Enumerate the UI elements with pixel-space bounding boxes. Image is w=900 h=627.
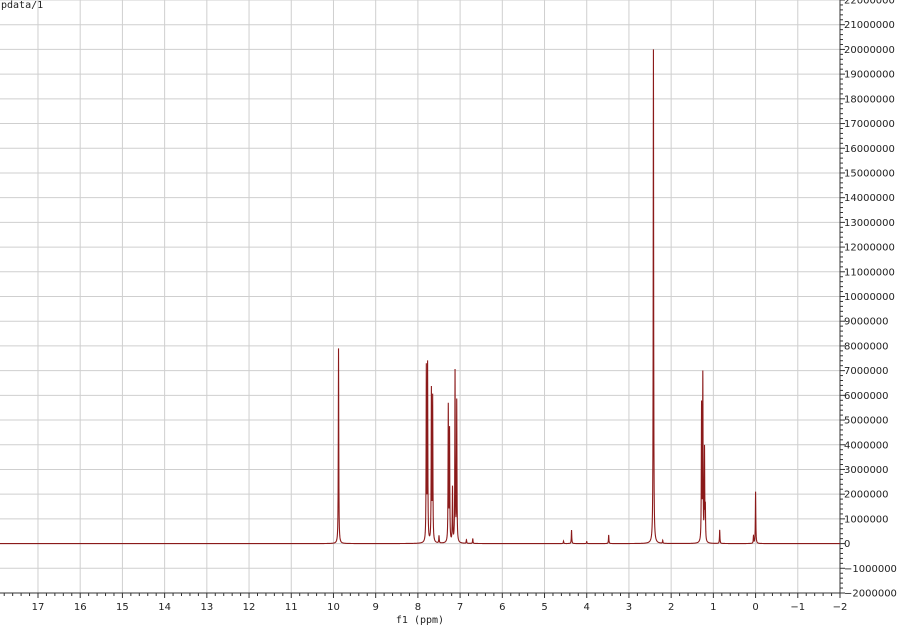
y-tick-label: 20000000 — [844, 45, 895, 56]
x-axis-ticks: 17 16 15 14 13 12 11 10 9 8 7 6 5 4 3 2 1 0 −1 −2 — [3, 593, 848, 613]
x-tick-label: 8 — [415, 602, 421, 613]
x-tick-label: 11 — [285, 602, 298, 613]
y-tick-label: 9000000 — [844, 317, 889, 328]
x-tick-label: 10 — [327, 602, 340, 613]
x-tick-label: 15 — [116, 602, 129, 613]
x-tick-label: 17 — [32, 602, 45, 613]
x-tick-label: 6 — [499, 602, 505, 613]
y-tick-label: 11000000 — [844, 267, 895, 278]
y-tick-label: 19000000 — [844, 70, 895, 81]
x-tick-label: 16 — [74, 602, 87, 613]
x-tick-label: 1 — [710, 602, 716, 613]
y-tick-label: 16000000 — [844, 144, 895, 155]
x-tick-label: 2 — [668, 602, 674, 613]
y-tick-label: 15000000 — [844, 168, 895, 179]
x-tick-label: 13 — [200, 602, 213, 613]
x-tick-label: −2 — [833, 602, 848, 613]
x-tick-label: 0 — [752, 602, 758, 613]
x-tick-label: 3 — [626, 602, 632, 613]
y-tick-label: 4000000 — [844, 440, 889, 451]
x-tick-label: 4 — [584, 602, 590, 613]
x-tick-label: 7 — [457, 602, 463, 613]
y-tick-label: 13000000 — [844, 218, 895, 229]
y-tick-label: 12000000 — [844, 243, 895, 254]
y-tick-label: −1000000 — [844, 564, 897, 575]
y-tick-label: 6000000 — [844, 391, 889, 402]
y-tick-label: 18000000 — [844, 94, 895, 105]
y-tick-label: 0 — [844, 539, 850, 550]
y-tick-label: −2000000 — [844, 589, 897, 600]
y-tick-label: 5000000 — [844, 416, 889, 427]
y-tick-label: 14000000 — [844, 193, 895, 204]
y-tick-label: 7000000 — [844, 366, 889, 377]
y-tick-label: 17000000 — [844, 119, 895, 130]
y-tick-label: 10000000 — [844, 292, 895, 303]
y-axis-ticks: 2200000021000000200000001900000018000000… — [840, 0, 897, 600]
y-tick-label: 2000000 — [844, 490, 889, 501]
y-tick-label: 22000000 — [844, 0, 895, 7]
grid-lines — [0, 0, 841, 594]
x-tick-label: 5 — [541, 602, 547, 613]
x-tick-label: 12 — [243, 602, 256, 613]
nmr-spectrum-chart: 17 16 15 14 13 12 11 10 9 8 7 6 5 4 3 2 1 0 −1 −2 220000002… — [0, 0, 897, 626]
x-axis-label: f1 (ppm) — [396, 615, 444, 626]
x-tick-label: −1 — [790, 602, 805, 613]
y-tick-label: 3000000 — [844, 465, 889, 476]
x-tick-label: 9 — [372, 602, 378, 613]
x-tick-label: 14 — [158, 602, 171, 613]
y-tick-label: 1000000 — [844, 514, 889, 525]
y-tick-label: 21000000 — [844, 20, 895, 31]
y-tick-label: 8000000 — [844, 341, 889, 352]
